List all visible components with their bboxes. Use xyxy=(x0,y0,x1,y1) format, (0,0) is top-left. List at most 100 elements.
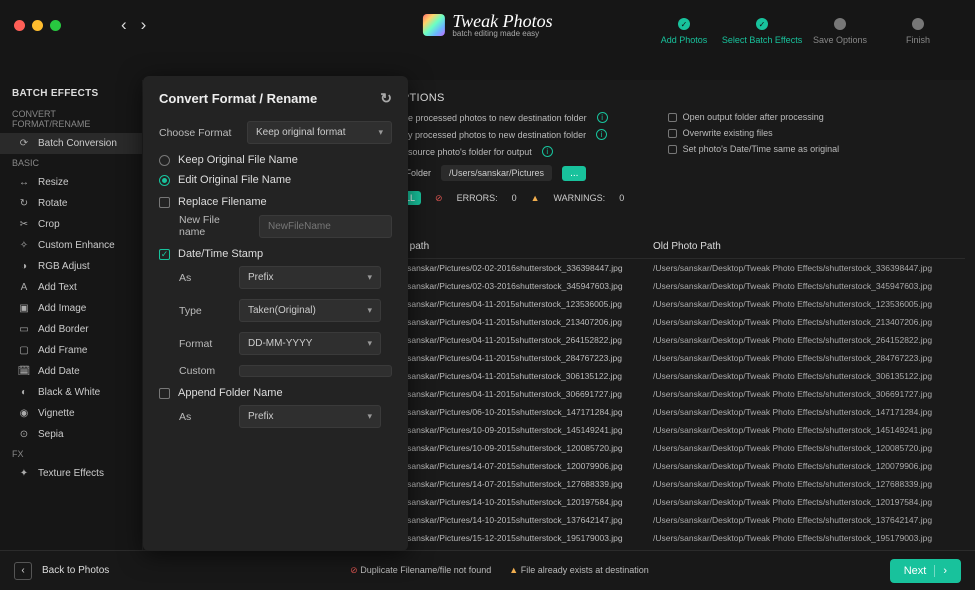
sidebar-item-label: Rotate xyxy=(38,198,67,209)
table-row[interactable]: ers/sanskar/Pictures/14-10-2015shutterst… xyxy=(393,493,965,511)
sidebar-item-label: Vignette xyxy=(38,408,75,419)
cell-old-path: /Users/sanskar/Desktop/Tweak Photo Effec… xyxy=(653,299,965,309)
option-checkbox[interactable]: Open output folder after processing xyxy=(668,112,839,122)
sidebar-item-resize[interactable]: ↔Resize xyxy=(0,172,142,193)
option-checkbox[interactable]: y processed photos to new destination fo… xyxy=(393,129,608,140)
chevron-down-icon: ▾ xyxy=(367,305,372,316)
checkbox-append-folder[interactable]: Append Folder Name xyxy=(159,387,392,399)
minimize-dot[interactable] xyxy=(32,20,43,31)
table-row[interactable]: ers/sanskar/Pictures/04-11-2015shutterst… xyxy=(393,313,965,331)
warning-icon: ▲ xyxy=(531,193,540,203)
effect-icon: ▣ xyxy=(18,303,30,314)
error-icon: ⊘ xyxy=(350,565,358,575)
table-row[interactable]: ers/sanskar/Pictures/06-10-2015shutterst… xyxy=(393,403,965,421)
sidebar-item-label: Sepia xyxy=(38,429,64,440)
errors-icon: ⊘ xyxy=(435,193,443,204)
cell-old-path: /Users/sanskar/Desktop/Tweak Photo Effec… xyxy=(653,389,965,399)
format-select[interactable]: DD-MM-YYYY▾ xyxy=(239,332,381,355)
table-row[interactable]: ers/sanskar/Pictures/15-12-2015shutterst… xyxy=(393,529,965,547)
table-row[interactable]: ers/sanskar/Pictures/14-07-2015shutterst… xyxy=(393,475,965,493)
maximize-dot[interactable] xyxy=(50,20,61,31)
sidebar-item-black-&-white[interactable]: ◐Black & White xyxy=(0,382,142,403)
note-duplicate: Duplicate Filename/file not found xyxy=(360,565,491,575)
info-icon[interactable]: i xyxy=(542,146,553,157)
option-label: Open output folder after processing xyxy=(683,112,824,122)
effect-icon: ✂ xyxy=(18,219,30,230)
table-row[interactable]: ers/sanskar/Pictures/04-11-2015shutterst… xyxy=(393,367,965,385)
info-icon[interactable]: i xyxy=(597,112,608,123)
cell-old-path: /Users/sanskar/Desktop/Tweak Photo Effec… xyxy=(653,263,965,273)
sidebar-item-add-frame[interactable]: ▢Add Frame xyxy=(0,340,142,361)
chevron-down-icon: ▾ xyxy=(367,272,372,283)
window-controls[interactable] xyxy=(14,20,61,31)
back-to-photos-button[interactable]: ‹ Back to Photos xyxy=(14,562,109,580)
nav-back-icon[interactable]: ‹ xyxy=(121,15,127,35)
sidebar-item-label: Add Text xyxy=(38,282,77,293)
step-save-options[interactable]: Save Options xyxy=(801,18,879,45)
sidebar-item-add-date[interactable]: 🗓Add Date xyxy=(0,361,142,382)
option-checkbox[interactable]: Set photo's Date/Time same as original xyxy=(668,144,839,154)
sidebar-item-batch-conversion[interactable]: ⟳ Batch Conversion xyxy=(0,133,142,154)
cell-old-path: /Users/sanskar/Desktop/Tweak Photo Effec… xyxy=(653,353,965,363)
sidebar-item-custom-enhance[interactable]: ✧Custom Enhance xyxy=(0,235,142,256)
close-dot[interactable] xyxy=(14,20,25,31)
sidebar-item-rotate[interactable]: ↻Rotate xyxy=(0,193,142,214)
checkbox-replace-filename[interactable]: Replace Filename xyxy=(159,196,392,208)
sidebar-item-label: Add Frame xyxy=(38,345,87,356)
option-checkbox[interactable]: source photo's folder for outputi xyxy=(393,146,608,157)
custom-input[interactable] xyxy=(239,365,392,377)
info-icon[interactable]: i xyxy=(596,129,607,140)
as-select[interactable]: Prefix▾ xyxy=(239,266,381,289)
radio-keep-name[interactable]: Keep Original File Name xyxy=(159,154,392,166)
table-row[interactable]: ers/sanskar/Pictures/04-11-2015shutterst… xyxy=(393,331,965,349)
app-brand: Tweak Photos batch editing made easy xyxy=(422,12,552,38)
step-select-batch-effects[interactable]: ✓Select Batch Effects xyxy=(723,18,801,45)
cell-old-path: /Users/sanskar/Desktop/Tweak Photo Effec… xyxy=(653,407,965,417)
step-add-photos[interactable]: ✓Add Photos xyxy=(645,18,723,45)
sidebar-item-add-image[interactable]: ▣Add Image xyxy=(0,298,142,319)
effect-icon: ↔ xyxy=(18,177,30,188)
radio-edit-name[interactable]: Edit Original File Name xyxy=(159,174,392,186)
sidebar-item-texture-effects[interactable]: ✦Texture Effects xyxy=(0,463,142,484)
sidebar-title: BATCH EFFECTS xyxy=(0,80,142,105)
sidebar-item-label: RGB Adjust xyxy=(38,261,90,272)
cell-old-path: /Users/sanskar/Desktop/Tweak Photo Effec… xyxy=(653,497,965,507)
checkbox-icon xyxy=(668,129,677,138)
sidebar-item-add-border[interactable]: ▭Add Border xyxy=(0,319,142,340)
radio-icon xyxy=(159,175,170,186)
sidebar-item-label: Custom Enhance xyxy=(38,240,115,251)
nav-forward-icon[interactable]: › xyxy=(141,15,147,35)
sidebar-group-basic: BASIC xyxy=(0,154,142,172)
checkbox-icon xyxy=(668,145,677,154)
sidebar-item-sepia[interactable]: ⊙Sepia xyxy=(0,424,142,445)
choose-format-select[interactable]: Keep original format▾ xyxy=(247,121,392,144)
table-row[interactable]: ers/sanskar/Pictures/04-11-2015shutterst… xyxy=(393,385,965,403)
reset-icon[interactable]: ↻ xyxy=(380,90,392,107)
type-select[interactable]: Taken(Original)▾ xyxy=(239,299,381,322)
sidebar-item-rgb-adjust[interactable]: ◑ RGB Adjust xyxy=(0,256,142,277)
sidebar-item-label: Black & White xyxy=(38,387,100,398)
table-row[interactable]: ers/sanskar/Pictures/04-11-2015shutterst… xyxy=(393,349,965,367)
sidebar-item-add-text[interactable]: AAdd Text xyxy=(0,277,142,298)
table-row[interactable]: ers/sanskar/Pictures/10-09-2015shutterst… xyxy=(393,439,965,457)
custom-label: Custom xyxy=(179,365,229,377)
table-row[interactable]: ers/sanskar/Pictures/14-10-2015shutterst… xyxy=(393,511,965,529)
append-as-select[interactable]: Prefix▾ xyxy=(239,405,381,428)
table-row[interactable]: ers/sanskar/Pictures/04-11-2015shutterst… xyxy=(393,295,965,313)
option-label: Set photo's Date/Time same as original xyxy=(683,144,839,154)
sidebar-item-vignette[interactable]: ◉Vignette xyxy=(0,403,142,424)
table-row[interactable]: ers/sanskar/Pictures/10-09-2015shutterst… xyxy=(393,421,965,439)
browse-button[interactable]: ... xyxy=(562,166,586,181)
sidebar-item-crop[interactable]: ✂Crop xyxy=(0,214,142,235)
option-checkbox[interactable]: e processed photos to new destination fo… xyxy=(393,112,608,123)
table-row[interactable]: ers/sanskar/Pictures/02-03-2016shutterst… xyxy=(393,277,965,295)
step-finish[interactable]: Finish xyxy=(879,18,957,45)
table-row[interactable]: ers/sanskar/Pictures/14-07-2015shutterst… xyxy=(393,457,965,475)
next-button[interactable]: Next › xyxy=(890,559,961,583)
new-filename-input[interactable]: NewFileName xyxy=(259,215,392,238)
sidebar-item-label: Batch Conversion xyxy=(38,138,117,149)
checkbox-datetime-stamp[interactable]: ✓ Date/Time Stamp xyxy=(159,248,392,260)
table-row[interactable]: ers/sanskar/Pictures/02-02-2016shutterst… xyxy=(393,259,965,277)
effect-icon: ◑ xyxy=(18,261,30,272)
option-checkbox[interactable]: Overwrite existing files xyxy=(668,128,839,138)
